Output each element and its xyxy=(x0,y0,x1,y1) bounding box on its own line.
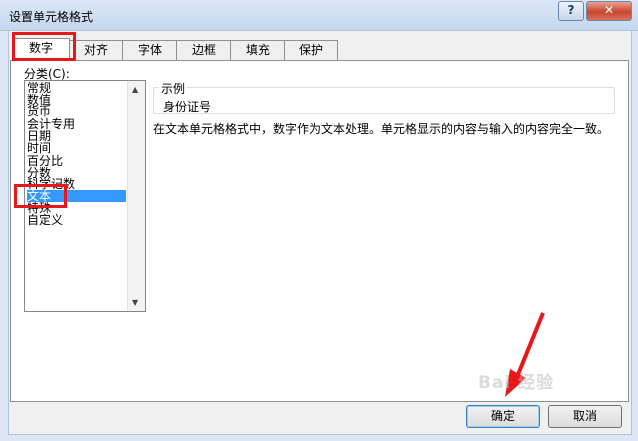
tab-alignment[interactable]: 对齐 xyxy=(68,40,124,60)
tab-protection[interactable]: 保护 xyxy=(284,40,338,60)
tab-fill[interactable]: 填充 xyxy=(230,40,286,60)
tab-label: 字体 xyxy=(137,43,162,57)
tab-border[interactable]: 边框 xyxy=(176,40,232,60)
help-icon: ? xyxy=(567,3,575,17)
sample-legend: 示例 xyxy=(159,80,188,97)
watermark: Bai 经验 xyxy=(478,373,555,393)
tab-highlight-box xyxy=(12,32,76,61)
window-title: 设置单元格格式 xyxy=(9,10,94,24)
list-item[interactable]: 时间 xyxy=(27,142,127,154)
tab-label: 保护 xyxy=(298,43,323,57)
list-item[interactable]: 货币 xyxy=(27,105,127,117)
list-highlight-box xyxy=(14,184,67,208)
cancel-button[interactable]: 取消 xyxy=(548,405,622,428)
tab-label: 填充 xyxy=(245,43,270,57)
tab-font[interactable]: 字体 xyxy=(122,40,178,60)
ok-button[interactable]: 确定 xyxy=(466,405,540,428)
tab-label: 边框 xyxy=(191,43,216,57)
list-item[interactable]: 自定义 xyxy=(27,214,127,226)
help-button[interactable]: ? xyxy=(558,1,584,21)
scroll-down-icon[interactable]: ▼ xyxy=(132,298,138,307)
list-scrollbar[interactable]: ▲ ▼ xyxy=(127,81,145,311)
sample-group xyxy=(153,87,615,114)
tab-label: 对齐 xyxy=(83,43,108,57)
format-description: 在文本单元格格式中，数字作为文本处理。单元格显示的内容与输入的内容完全一致。 xyxy=(153,122,610,136)
sample-value: 身份证号 xyxy=(163,100,212,114)
title-bar: 设置单元格格式 ? ✕ xyxy=(0,0,638,31)
scroll-up-icon[interactable]: ▲ xyxy=(132,85,138,94)
close-icon: ✕ xyxy=(603,3,615,17)
close-button[interactable]: ✕ xyxy=(586,1,632,21)
